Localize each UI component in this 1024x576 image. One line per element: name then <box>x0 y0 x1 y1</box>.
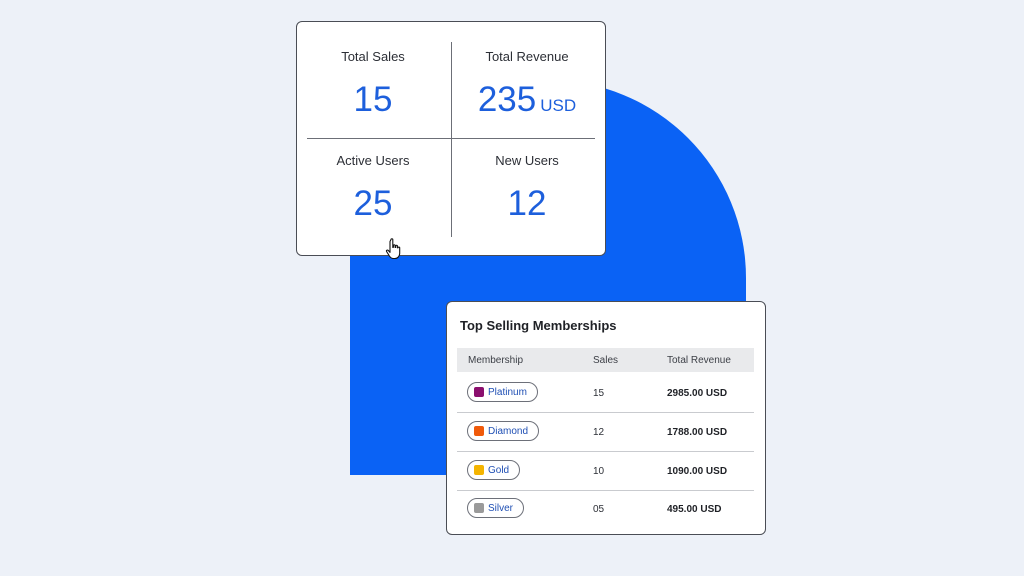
sales-value: 05 <box>593 504 605 515</box>
table-header: Membership Sales Total Revenue <box>457 348 754 372</box>
stat-label: Total Sales <box>341 49 405 64</box>
membership-name: Gold <box>488 464 510 476</box>
stat-label: Total Revenue <box>485 49 569 64</box>
stats-divider-horizontal <box>307 138 595 139</box>
column-header-revenue[interactable]: Total Revenue <box>667 355 731 366</box>
table-title: Top Selling Memberships <box>460 318 617 333</box>
revenue-value: 1788.00 USD <box>667 427 728 438</box>
stat-value: 12 <box>507 184 547 223</box>
hand-pointer-icon <box>385 238 401 260</box>
stat-active-users[interactable]: Active Users 25 <box>301 153 445 221</box>
membership-name: Silver <box>488 502 514 514</box>
stat-value: 235 <box>477 80 537 119</box>
stats-divider-vertical <box>451 42 452 237</box>
stat-total-sales[interactable]: Total Sales 15 <box>301 49 445 117</box>
stat-total-revenue[interactable]: Total Revenue 235 USD <box>455 49 599 117</box>
stat-label: New Users <box>495 153 559 168</box>
sales-value: 10 <box>593 466 605 477</box>
color-swatch <box>474 503 484 513</box>
membership-badge-platinum[interactable]: Platinum <box>467 382 538 402</box>
revenue-value: 2985.00 USD <box>667 388 728 399</box>
membership-badge-silver[interactable]: Silver <box>467 498 525 518</box>
membership-badge-diamond[interactable]: Diamond <box>467 421 540 441</box>
table-row: Gold 10 1090.00 USD <box>457 452 754 491</box>
stat-unit: USD <box>540 96 577 115</box>
membership-name: Diamond <box>488 425 529 437</box>
sales-value: 15 <box>593 388 605 399</box>
table-row: Platinum 15 2985.00 USD <box>457 374 754 413</box>
table-row: Silver 05 495.00 USD <box>457 490 754 528</box>
stat-value: 15 <box>353 80 393 119</box>
revenue-value: 1090.00 USD <box>667 466 728 477</box>
column-header-sales[interactable]: Sales <box>593 355 618 366</box>
membership-badge-gold[interactable]: Gold <box>467 460 521 480</box>
color-swatch <box>474 465 484 475</box>
revenue-value: 495.00 USD <box>667 504 722 515</box>
stat-label: Active Users <box>336 153 410 168</box>
stats-card: Total Sales 15 Total Revenue 235 USD Acti… <box>296 21 606 256</box>
table-row: Diamond 12 1788.00 USD <box>457 413 754 452</box>
membership-name: Platinum <box>488 386 527 398</box>
stat-new-users[interactable]: New Users 12 <box>455 153 599 221</box>
stat-value: 25 <box>353 184 393 223</box>
sales-value: 12 <box>593 427 605 438</box>
stat-value-wrap: 235 USD <box>455 82 599 117</box>
color-swatch <box>474 426 484 436</box>
top-memberships-card: Top Selling Memberships Membership Sales… <box>446 301 766 535</box>
column-header-membership[interactable]: Membership <box>468 355 523 366</box>
color-swatch <box>474 387 484 397</box>
